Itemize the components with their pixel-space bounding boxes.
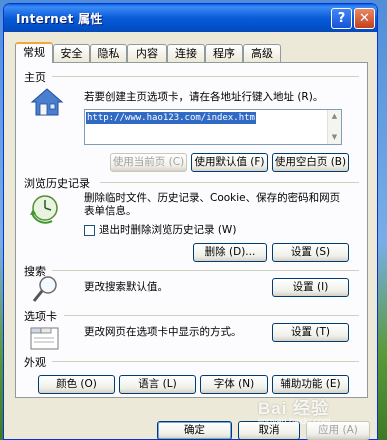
delete-on-exit-label[interactable]: 退出时删除浏览历史记录 (W) (99, 224, 236, 237)
tab-connections[interactable]: 连接 (167, 44, 205, 62)
tab-programs[interactable]: 程序 (205, 44, 243, 62)
ok-button[interactable]: 确定 (157, 421, 232, 440)
home-url-textarea[interactable]: http://www.hao123.com/index.htm ▲ ▼ (84, 109, 342, 145)
search-description: 更改搜索默认值。 (84, 281, 168, 293)
use-current-button[interactable]: 使用当前页 (C) (110, 153, 187, 172)
title-bar[interactable]: Internet 属性 ? ✕ (4, 4, 377, 32)
tabs-settings-button[interactable]: 设置 (T) (272, 323, 349, 342)
history-section-title: 浏览历史记录 (24, 177, 90, 190)
fonts-button[interactable]: 字体 (N) (200, 375, 268, 394)
tabs-divider (64, 315, 359, 316)
general-tab-panel: 主页 若要创建主页选项卡，请在各地址行键入地址 (R)。 http://www.… (15, 62, 368, 398)
history-description-line2: 表单信息。 (84, 205, 137, 217)
scroll-down-icon[interactable]: ▼ (329, 132, 340, 143)
baidu-watermark-site: jingyan.baidu.com (258, 416, 331, 426)
scroll-up-icon[interactable]: ▲ (329, 111, 340, 122)
languages-button[interactable]: 语言 (L) (119, 375, 196, 394)
tab-privacy[interactable]: 隐私 (90, 44, 127, 62)
tab-strip: 常规 安全 隐私 内容 连接 程序 高级 (15, 42, 368, 63)
history-clock-icon (30, 195, 58, 224)
home-divider (52, 76, 359, 77)
tabs-description: 更改网页在选项卡中显示的方式。 (84, 326, 242, 338)
house-icon (30, 88, 64, 116)
search-settings-button[interactable]: 设置 (I) (272, 278, 349, 297)
help-button[interactable]: ? (331, 8, 352, 29)
history-description-line1: 删除临时文件、历史记录、Cookie、保存的密码和网页 (84, 192, 341, 204)
home-url-scrollbar[interactable]: ▲ ▼ (327, 110, 341, 144)
window-title: Internet 属性 (16, 12, 103, 26)
home-description: 若要创建主页选项卡，请在各地址行键入地址 (R)。 (84, 91, 324, 103)
history-divider (100, 182, 359, 183)
delete-on-exit-checkbox[interactable] (84, 225, 95, 236)
home-url-value: http://www.hao123.com/index.htm (86, 112, 256, 124)
appearance-divider (52, 361, 359, 362)
tab-general[interactable]: 常规 (15, 42, 53, 63)
use-default-button[interactable]: 使用默认值 (F) (191, 153, 268, 172)
internet-options-dialog: Internet 属性 ? ✕ 常规 安全 隐私 内容 连接 程序 高级 主页 … (3, 3, 378, 440)
delete-history-button[interactable]: 删除 (D)... (193, 243, 267, 262)
history-settings-button[interactable]: 设置 (S) (272, 243, 349, 262)
tab-security[interactable]: 安全 (53, 44, 90, 62)
magnifier-icon (32, 276, 57, 302)
tab-advanced[interactable]: 高级 (243, 44, 281, 62)
use-blank-button[interactable]: 使用空白页 (B) (272, 153, 349, 172)
tabs-window-icon (30, 327, 59, 350)
appearance-section-title: 外观 (24, 356, 46, 369)
tab-content[interactable]: 内容 (127, 44, 167, 62)
tabs-section-title: 选项卡 (24, 310, 57, 323)
close-button[interactable]: ✕ (354, 8, 375, 29)
colors-button[interactable]: 颜色 (O) (38, 375, 115, 394)
search-divider (52, 270, 359, 271)
accessibility-button[interactable]: 辅助功能 (E) (272, 375, 349, 394)
home-section-title: 主页 (24, 71, 46, 84)
